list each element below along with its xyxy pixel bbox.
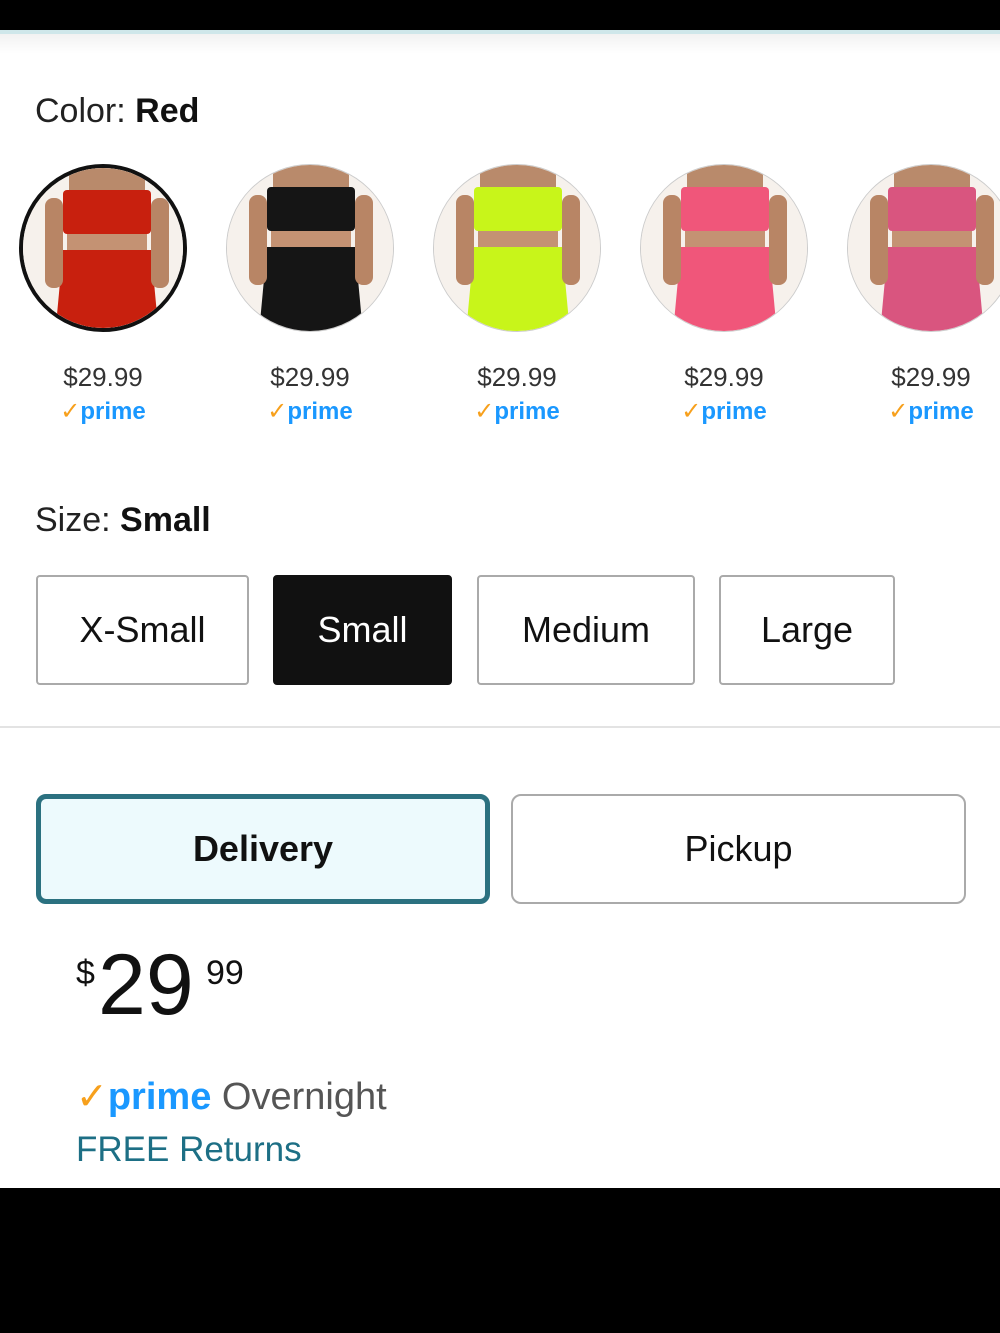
prime-check-icon: ✓ (76, 1076, 108, 1118)
color-swatch-black[interactable]: $29.99 ✓prime (207, 164, 413, 426)
delivery-button[interactable]: Delivery (36, 794, 490, 904)
prime-badge: ✓prime (267, 398, 353, 425)
color-label-text: Color: (35, 92, 136, 130)
swatch-price: $29.99 (63, 362, 143, 392)
prime-text: prime (107, 1076, 212, 1118)
prime-text: prime (908, 398, 974, 425)
prime-badge: ✓prime (888, 398, 974, 425)
selected-size: Small (120, 501, 211, 539)
outfit-image (227, 165, 393, 331)
swatch-price: $29.99 (270, 362, 350, 392)
swatch-image (640, 164, 808, 332)
price-fraction: 99 (206, 954, 244, 992)
prime-shipping: ✓prime Overnight (76, 1074, 387, 1119)
top-shade (0, 34, 1000, 54)
outfit-image (434, 165, 600, 331)
prime-badge: ✓prime (60, 398, 146, 425)
color-label: Color: Red (35, 92, 199, 131)
price-whole: 29 (98, 937, 194, 1033)
color-swatch-red[interactable]: $29.99 ✓prime (0, 164, 206, 426)
swatch-image (19, 164, 187, 332)
prime-text: prime (80, 398, 146, 425)
color-swatch-pink[interactable]: $29.99 ✓prime (621, 164, 827, 426)
swatch-price: $29.99 (684, 362, 764, 392)
color-swatch-neon-green[interactable]: $29.99 ✓prime (414, 164, 620, 426)
swatch-image (847, 164, 1000, 332)
prime-badge: ✓prime (681, 398, 767, 425)
size-button-x-small[interactable]: X-Small (36, 575, 249, 685)
selected-color: Red (135, 92, 200, 130)
outfit-image (641, 165, 807, 331)
size-button-large[interactable]: Large (719, 575, 895, 685)
outfit-image (23, 168, 183, 328)
outfit-image (848, 165, 1000, 331)
color-swatch-rose[interactable]: $29.99 ✓prime (828, 164, 1000, 426)
price-symbol: $ (76, 954, 95, 992)
prime-text: prime (494, 398, 560, 425)
swatch-image (226, 164, 394, 332)
pickup-button[interactable]: Pickup (511, 794, 966, 904)
size-button-small[interactable]: Small (273, 575, 452, 685)
swatch-price: $29.99 (477, 362, 557, 392)
prime-badge: ✓prime (474, 398, 560, 425)
size-label: Size: Small (35, 501, 211, 540)
swatch-price: $29.99 (891, 362, 971, 392)
size-button-medium[interactable]: Medium (477, 575, 695, 685)
shipping-speed: Overnight (221, 1076, 387, 1118)
product-options-panel: Color: Red $29.99 ✓prime $29.99 ✓prime $… (0, 34, 1000, 1188)
divider (0, 726, 1000, 728)
prime-text: prime (701, 398, 767, 425)
swatch-image (433, 164, 601, 332)
bottom-area (0, 1188, 1000, 1333)
status-bar (0, 0, 1000, 30)
size-label-text: Size: (35, 501, 121, 539)
free-returns-link[interactable]: FREE Returns (76, 1130, 302, 1170)
prime-text: prime (287, 398, 353, 425)
